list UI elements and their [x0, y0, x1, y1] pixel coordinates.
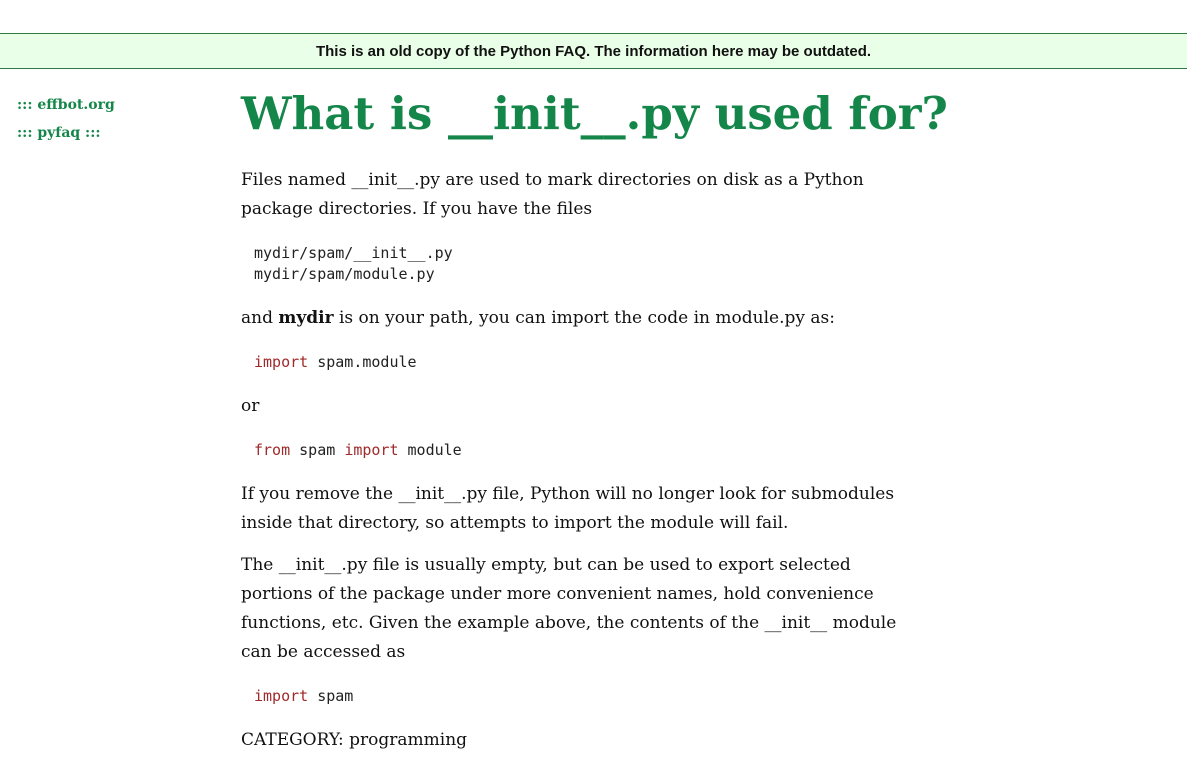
code-block-from-import: from spam import module	[241, 434, 941, 467]
keyword-from: from	[254, 441, 291, 459]
page-title: What is __init__.py used for?	[241, 87, 948, 140]
sidebar-link-pyfaq[interactable]: ::: pyfaq :::	[17, 119, 115, 147]
outdated-notice-banner: This is an old copy of the Python FAQ. T…	[0, 33, 1187, 69]
paragraph-remove: If you remove the __init__.py file, Pyth…	[241, 480, 941, 538]
text-line: inside that directory, so attempts to im…	[241, 513, 789, 533]
code-block-files: mydir/spam/__init__.py mydir/spam/module…	[241, 237, 941, 291]
text-fragment: is on your path, you can import the code…	[333, 308, 835, 328]
keyword-import: import	[344, 441, 399, 459]
code-block-import-spam: import spam	[241, 680, 941, 713]
text-line: portions of the package under more conve…	[241, 584, 874, 604]
text-line: The __init__.py file is usually empty, b…	[241, 555, 851, 575]
code-text: module	[398, 441, 462, 459]
paragraph-path: and mydir is on your path, you can impor…	[241, 304, 941, 333]
code-block-import-module: import spam.module	[241, 346, 941, 379]
text-fragment: and	[241, 308, 279, 328]
keyword-import: import	[254, 353, 309, 371]
paragraph-intro: Files named __init__.py are used to mark…	[241, 166, 941, 224]
paragraph-empty-file: The __init__.py file is usually empty, b…	[241, 551, 941, 667]
text-line: can be accessed as	[241, 642, 406, 662]
text-line: Files named __init__.py are used to mark…	[241, 170, 864, 190]
category-label: CATEGORY: programming	[241, 730, 468, 750]
code-line: mydir/spam/__init__.py	[254, 244, 453, 262]
code-text: spam	[308, 687, 354, 705]
paragraph-or: or	[241, 396, 260, 416]
sidebar-nav: ::: effbot.org ::: pyfaq :::	[17, 91, 115, 147]
bold-mydir: mydir	[278, 308, 334, 328]
keyword-import: import	[254, 687, 309, 705]
code-text: spam	[290, 441, 345, 459]
text-line: If you remove the __init__.py file, Pyth…	[241, 484, 895, 504]
text-line: package directories. If you have the fil…	[241, 199, 593, 219]
text-line: functions, etc. Given the example above,…	[241, 613, 897, 633]
sidebar-link-effbot[interactable]: ::: effbot.org	[17, 91, 115, 119]
outdated-notice-text: This is an old copy of the Python FAQ. T…	[315, 42, 872, 60]
article-content: Files named __init__.py are used to mark…	[241, 166, 941, 768]
code-line: mydir/spam/module.py	[254, 265, 435, 283]
code-text: spam.module	[308, 353, 417, 371]
